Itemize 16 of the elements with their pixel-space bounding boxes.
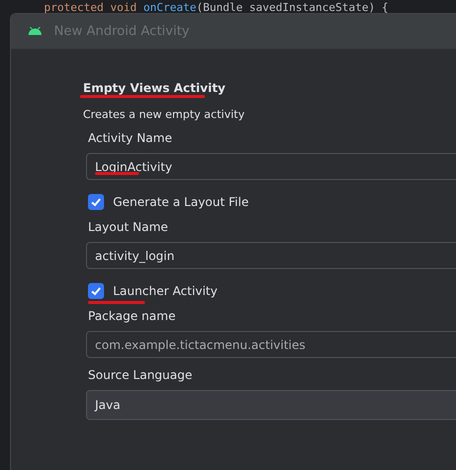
android-icon xyxy=(28,27,42,35)
field-label: Activity Name xyxy=(88,131,174,145)
template-title: Empty Views Activity xyxy=(83,81,226,95)
field-label: Layout Name xyxy=(88,220,170,234)
field-label: Package name xyxy=(88,309,177,323)
window-title: New Android Activity xyxy=(54,24,190,38)
input-field[interactable]: activity_login xyxy=(86,242,456,269)
field-label: Source Language xyxy=(88,368,194,382)
checkbox[interactable] xyxy=(88,194,104,210)
checkbox-label: Launcher Activity xyxy=(113,284,218,298)
checkbox[interactable] xyxy=(88,283,104,299)
template-description: Creates a new empty activity xyxy=(83,108,246,121)
checkbox-label: Generate a Layout File xyxy=(113,195,249,209)
input-field[interactable]: LoginActivity xyxy=(86,153,456,180)
language-dropdown[interactable]: Java xyxy=(86,390,456,420)
code-line: protected void onCreate(Bundle savedInstanceState) { xyxy=(44,1,388,14)
